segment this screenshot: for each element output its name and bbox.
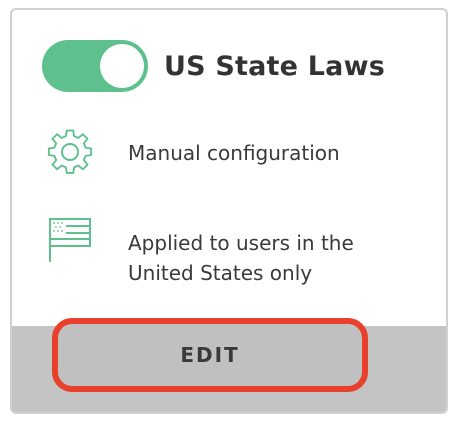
- us-flag-icon: [49, 218, 91, 262]
- configuration-row: Manual configuration: [44, 128, 398, 178]
- scope-text: Applied to users in the United States on…: [128, 231, 354, 285]
- edit-button[interactable]: EDIT: [52, 318, 368, 392]
- scope-row: Applied to users in the United States on…: [44, 216, 398, 288]
- gear-icon: [47, 129, 93, 174]
- card-header: US State Laws: [42, 40, 385, 92]
- enable-toggle[interactable]: [42, 40, 148, 92]
- card-title: US State Laws: [164, 50, 385, 82]
- configuration-text: Manual configuration: [128, 141, 340, 165]
- toggle-knob: [100, 44, 144, 88]
- edit-label: EDIT: [180, 343, 240, 367]
